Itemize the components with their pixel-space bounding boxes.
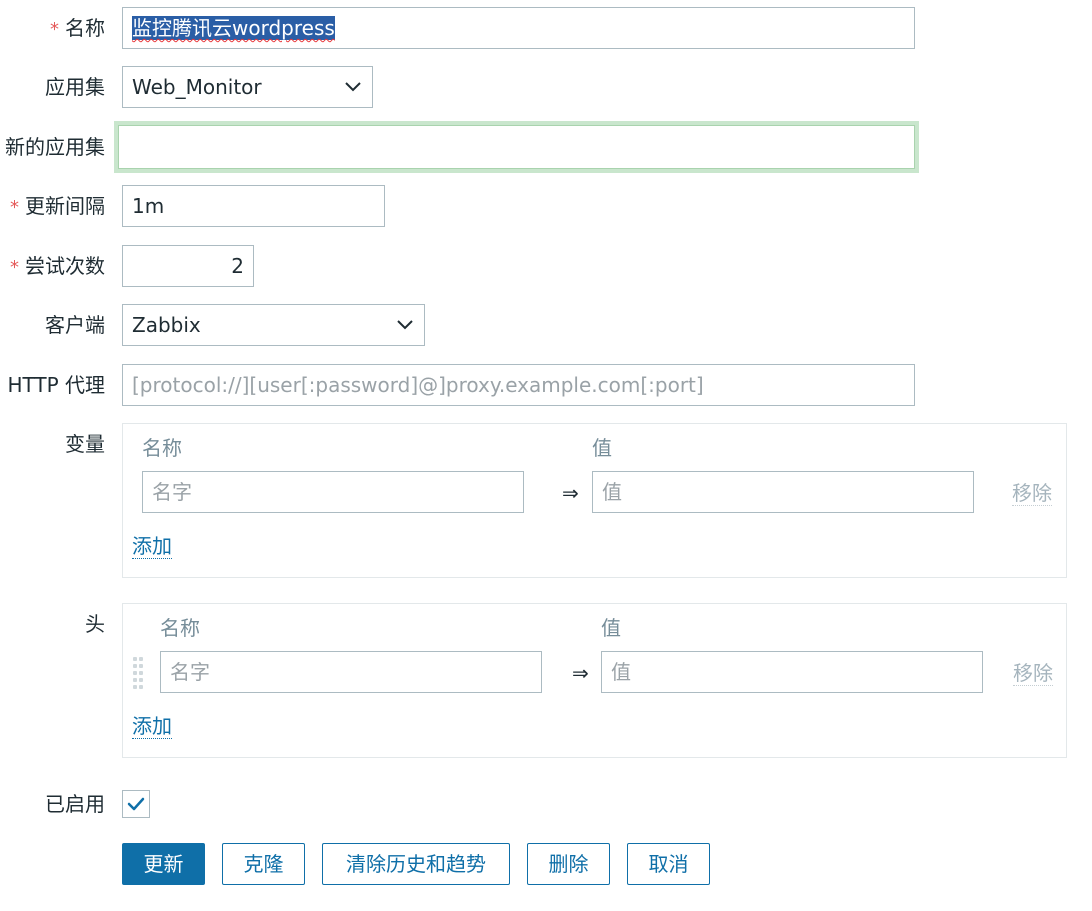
header-add-link[interactable]: 添加	[132, 714, 172, 739]
http-proxy-input[interactable]: [protocol://][user[:password]@]proxy.exa…	[122, 364, 915, 406]
chevron-down-icon	[397, 320, 413, 330]
variables-panel: 名称 值 名字 ⇒ 值 移除 添加	[122, 423, 1067, 578]
variables-label: 变量	[65, 432, 105, 456]
new-application-label: 新的应用集	[5, 135, 105, 159]
required-mark: *	[10, 197, 19, 218]
checkmark-icon	[127, 797, 145, 811]
cancel-button[interactable]: 取消	[627, 843, 710, 885]
clone-button[interactable]: 克隆	[222, 843, 305, 885]
attempts-value: 2	[231, 254, 244, 278]
update-interval-label: * 更新间隔	[10, 194, 105, 220]
name-input-value: 监控腾讯云wordpress	[132, 16, 335, 40]
variable-name-input[interactable]: 名字	[142, 471, 524, 513]
header-value-input[interactable]: 值	[601, 651, 983, 693]
variable-remove-button[interactable]: 移除	[1012, 481, 1052, 506]
variable-name-placeholder: 名字	[152, 480, 192, 504]
agent-select[interactable]: Zabbix	[122, 304, 425, 346]
attempts-input[interactable]: 2	[122, 245, 254, 287]
http-proxy-placeholder: [protocol://][user[:password]@]proxy.exa…	[132, 373, 704, 397]
headers-col-name: 名称	[160, 616, 200, 640]
headers-label: 头	[85, 612, 105, 636]
attempts-label-text: 尝试次数	[25, 254, 105, 278]
application-select[interactable]: Web_Monitor	[122, 66, 373, 108]
headers-col-value: 值	[601, 616, 621, 640]
name-input[interactable]: 监控腾讯云wordpress	[122, 7, 915, 49]
chevron-down-icon	[345, 82, 361, 92]
arrow-icon: ⇒	[572, 661, 589, 685]
arrow-icon: ⇒	[562, 481, 579, 505]
clear-history-button[interactable]: 清除历史和趋势	[322, 843, 510, 885]
variable-value-input[interactable]: 值	[592, 471, 974, 513]
application-select-value: Web_Monitor	[132, 75, 262, 99]
header-name-placeholder: 名字	[170, 660, 210, 684]
drag-handle-icon[interactable]	[133, 657, 143, 691]
variables-col-name: 名称	[142, 436, 182, 460]
header-value-placeholder: 值	[611, 660, 631, 684]
new-application-input[interactable]	[118, 125, 915, 169]
name-label: * 名称	[50, 16, 105, 42]
application-label: 应用集	[45, 75, 105, 99]
required-mark: *	[10, 257, 19, 278]
agent-select-value: Zabbix	[132, 313, 201, 337]
name-label-text: 名称	[65, 16, 105, 40]
variables-col-value: 值	[592, 436, 612, 460]
enabled-label: 已启用	[45, 792, 105, 816]
enabled-checkbox[interactable]	[122, 790, 150, 818]
update-interval-value: 1m	[132, 194, 165, 218]
variable-add-link[interactable]: 添加	[132, 534, 172, 559]
header-remove-button[interactable]: 移除	[1013, 661, 1053, 686]
update-interval-input[interactable]: 1m	[122, 185, 385, 227]
variable-value-placeholder: 值	[602, 480, 622, 504]
headers-panel: 名称 值 名字 ⇒ 值 移除 添加	[122, 603, 1067, 758]
update-interval-label-text: 更新间隔	[25, 194, 105, 218]
agent-label: 客户端	[45, 313, 105, 337]
attempts-label: * 尝试次数	[10, 254, 105, 280]
required-mark: *	[50, 19, 59, 40]
header-name-input[interactable]: 名字	[160, 651, 542, 693]
http-proxy-label: HTTP 代理	[7, 373, 105, 397]
update-button[interactable]: 更新	[122, 843, 205, 885]
delete-button[interactable]: 删除	[527, 843, 610, 885]
